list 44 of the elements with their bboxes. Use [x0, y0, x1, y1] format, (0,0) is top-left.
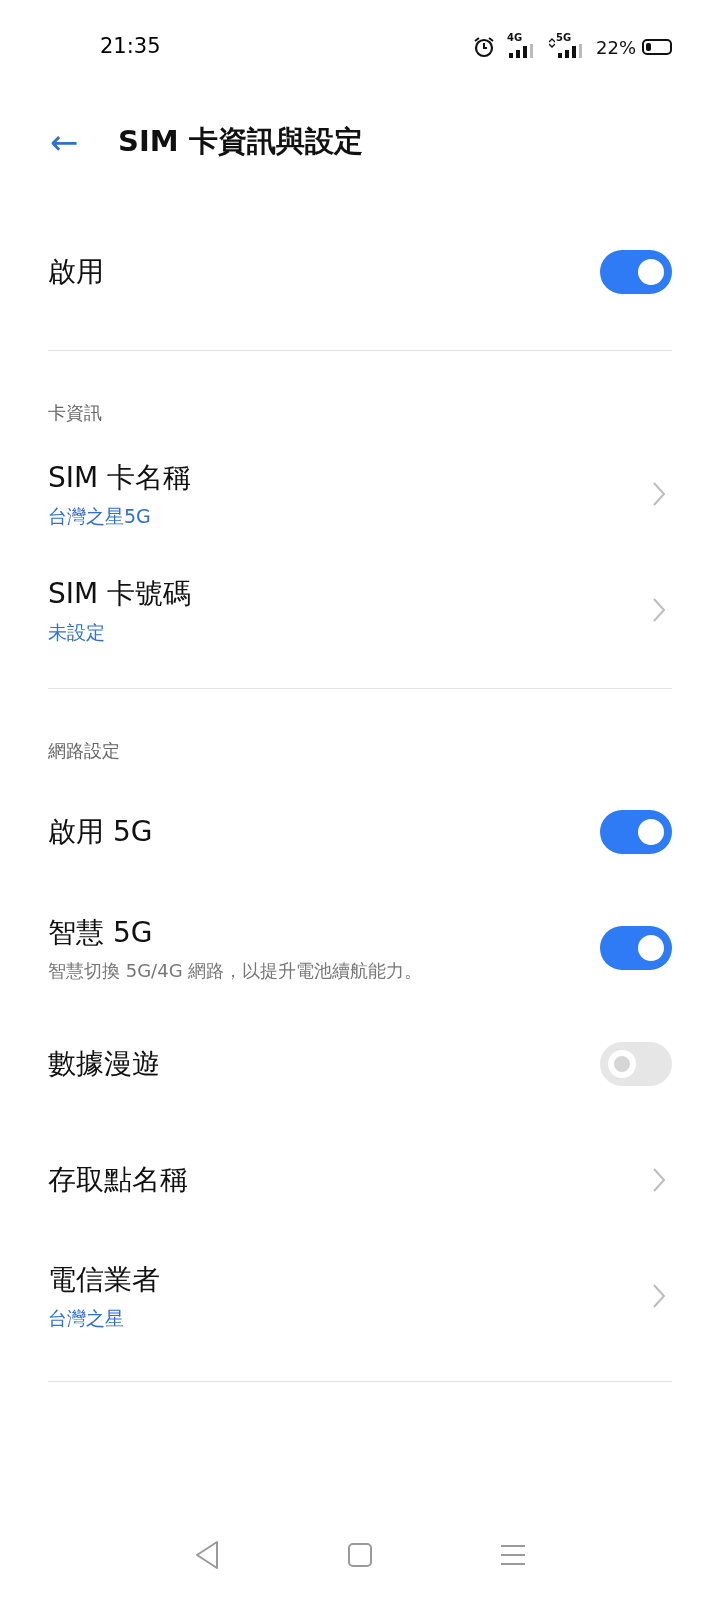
setting-label: 存取點名稱 [48, 1162, 189, 1198]
status-time: 21:35 [100, 33, 161, 61]
section-heading: 網路設定 [48, 739, 121, 763]
settings-row[interactable]: 啟用 5G [48, 774, 672, 890]
home-icon[interactable] [347, 1542, 373, 1568]
toggle-switch[interactable] [600, 810, 672, 854]
menu-icon[interactable] [499, 1543, 527, 1567]
toggle-switch[interactable] [600, 1042, 672, 1086]
setting-label: SIM 卡號碼 [48, 575, 193, 612]
settings-row[interactable]: 數據漫遊 [48, 1006, 672, 1122]
settings-row[interactable]: 智慧 5G 智慧切換 5G/4G 網路，以提升電池續航能力。 [48, 890, 672, 1006]
setting-value: 台灣之星 [48, 1305, 125, 1331]
chevron-right-icon [652, 1283, 666, 1309]
network-type-label: 5G [556, 33, 572, 43]
toggle-switch[interactable] [600, 926, 672, 970]
page-title: SIM 卡資訊與設定 [118, 123, 363, 161]
back-icon[interactable] [193, 1540, 221, 1570]
toggle-switch[interactable] [600, 250, 672, 294]
setting-label: SIM 卡名稱 [48, 459, 193, 496]
setting-label: 數據漫遊 [48, 1046, 161, 1082]
settings-row[interactable]: 啟用 [48, 214, 672, 330]
data-arrows-icon [549, 38, 555, 48]
settings-row[interactable]: SIM 卡名稱 台灣之星5G [48, 436, 672, 552]
setting-label: 智慧 5G [48, 914, 154, 951]
setting-value: 台灣之星5G [48, 503, 152, 529]
network-type-label: 4G [507, 33, 523, 43]
setting-label: 啟用 [48, 254, 105, 290]
back-button[interactable]: ← [42, 125, 86, 159]
setting-label: 電信業者 [48, 1261, 161, 1298]
setting-description: 智慧切換 5G/4G 網路，以提升電池續航能力。 [48, 958, 424, 983]
battery-percent: 22% [596, 35, 636, 60]
battery-icon [642, 39, 672, 55]
settings-row[interactable]: 電信業者 台灣之星 [48, 1238, 672, 1354]
signal-icon [558, 44, 584, 58]
signal-icon [509, 44, 535, 58]
setting-label: 啟用 5G [48, 814, 154, 850]
setting-value: 未設定 [48, 619, 106, 645]
settings-row[interactable]: 存取點名稱 [48, 1122, 672, 1238]
settings-row[interactable]: SIM 卡號碼 未設定 [48, 552, 672, 668]
chevron-right-icon [652, 481, 666, 507]
section-heading: 卡資訊 [48, 401, 103, 425]
alarm-icon [473, 36, 495, 58]
chevron-right-icon [652, 597, 666, 623]
chevron-right-icon [652, 1167, 666, 1193]
